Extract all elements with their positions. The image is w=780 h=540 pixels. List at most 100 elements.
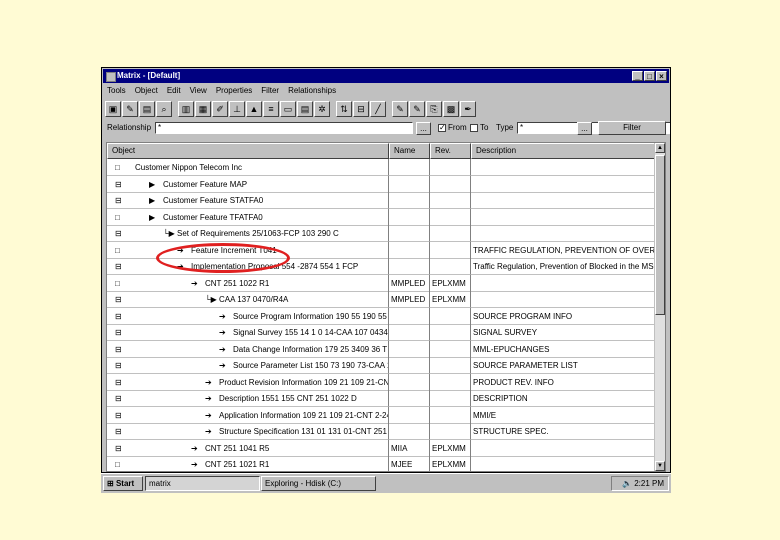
expand-toggle-icon[interactable]: □ <box>115 213 122 221</box>
relationship-input[interactable]: * <box>155 122 413 134</box>
form-icon[interactable]: ▥ <box>178 101 194 117</box>
vertical-scrollbar[interactable]: ▲ ▼ <box>654 143 665 471</box>
split-icon[interactable]: ⊟ <box>353 101 369 117</box>
speaker-icon[interactable]: 🔈 <box>622 479 632 488</box>
edit-icon[interactable]: ✐ <box>212 101 228 117</box>
table-row[interactable]: ⊟ ▶ Customer Feature MAP <box>107 175 655 193</box>
wand-icon[interactable]: ✒ <box>460 101 476 117</box>
object-cell: ⊟ ▶ Customer Feature STATFA0 <box>107 192 389 209</box>
expand-toggle-icon[interactable]: ⊟ <box>115 296 122 304</box>
expand-toggle-icon[interactable]: ⊟ <box>115 428 122 436</box>
filter-button[interactable]: Filter <box>598 121 666 135</box>
scroll-thumb[interactable] <box>655 155 665 315</box>
title-bar[interactable]: Matrix - [Default] _ □ × <box>103 69 669 83</box>
menu-relationships[interactable]: Relationships <box>288 84 336 97</box>
table-row[interactable]: ⊟ └▶ Set of Requirements 25/1063-FCP 103 2… <box>107 225 655 242</box>
report-icon[interactable]: ▤ <box>297 101 313 117</box>
table-row[interactable]: ⊟ ➔ Signal Survey 155 14 1 0 14-CAA 107 04… <box>107 324 655 341</box>
name-cell <box>389 258 430 275</box>
type-browse-button[interactable]: ... <box>577 122 592 135</box>
table-row[interactable]: ⊟ ➔ Structure Specification 131 01 131 01-… <box>107 423 655 440</box>
taskbar-item-matrix[interactable]: matrix <box>145 476 260 491</box>
table-row[interactable]: □ Customer Nippon Telecom Inc <box>107 159 655 176</box>
connector-arrow-icon: ➔ <box>205 410 212 420</box>
scroll-up-arrow[interactable]: ▲ <box>655 143 665 153</box>
expand-toggle-icon[interactable]: ⊟ <box>115 378 122 386</box>
chart-icon[interactable]: ▲ <box>246 101 262 117</box>
menu-edit[interactable]: Edit <box>167 84 181 97</box>
table-row[interactable]: ⊟ ➔ Product Revision Information 109 21 10… <box>107 373 655 391</box>
expand-toggle-icon[interactable]: □ <box>115 279 122 287</box>
relationship-label: Relationship <box>107 123 152 132</box>
table-row[interactable]: ⊟ ➔ CNT 251 1041 R5 MIIA EPLXMM <box>107 439 655 457</box>
table-row[interactable]: ⊟ ➔ Application Information 109 21 109 21-… <box>107 406 655 424</box>
expand-toggle-icon[interactable]: ⊟ <box>115 444 122 452</box>
column-header-description[interactable]: Description <box>471 143 655 159</box>
expand-toggle-icon[interactable]: ⊟ <box>115 395 122 403</box>
expand-toggle-icon[interactable]: ⊟ <box>115 329 122 337</box>
expand-toggle-icon[interactable]: ⊟ <box>115 263 122 271</box>
expand-toggle-icon[interactable]: ⊟ <box>115 180 122 188</box>
connect-icon[interactable]: ⇅ <box>336 101 352 117</box>
connector-arrow-icon: ➔ <box>219 361 226 370</box>
from-checkbox[interactable]: ✓ <box>438 124 446 132</box>
form2-icon[interactable]: ▦ <box>195 101 211 117</box>
name-cell <box>389 324 430 341</box>
connector-arrow-icon: ➔ <box>219 344 226 354</box>
expand-toggle-icon[interactable]: ⊟ <box>115 230 122 238</box>
scroll-down-arrow[interactable]: ▼ <box>655 461 665 471</box>
open-icon[interactable]: ▣ <box>105 101 121 117</box>
table-row[interactable]: ⊟ ➔ Data Change Information 179 25 3409 36… <box>107 340 655 358</box>
connector-arrow-icon: ➔ <box>205 377 212 387</box>
table-row[interactable]: □ ▶ Customer Feature TFATFA0 <box>107 208 655 226</box>
connector-arrow-icon: ▶ <box>149 179 156 189</box>
to-checkbox[interactable] <box>470 124 478 132</box>
expand-toggle-icon[interactable]: □ <box>115 461 122 469</box>
name-cell <box>389 192 430 209</box>
tree-icon[interactable]: ⊥ <box>229 101 245 117</box>
from-label: From <box>448 123 467 132</box>
table-row[interactable]: ⊟ ➔ Source Program Information 190 55 190 … <box>107 307 655 325</box>
tool-icon[interactable]: ✎ <box>409 101 425 117</box>
save-icon[interactable]: ⎘ <box>426 101 442 117</box>
network-icon[interactable]: ✲ <box>314 101 330 117</box>
minimize-button[interactable]: _ <box>632 71 643 81</box>
object-label: Customer Feature TFATFA0 <box>163 212 263 222</box>
table-row[interactable]: ⊟ ➔ Source Parameter List 150 73 190 73-CA… <box>107 357 655 374</box>
expand-toggle-icon[interactable]: □ <box>115 246 122 254</box>
list-icon[interactable]: ≡ <box>263 101 279 117</box>
menu-view[interactable]: View <box>190 84 207 97</box>
expand-toggle-icon[interactable]: ⊟ <box>115 312 122 320</box>
grid-icon[interactable]: ▤ <box>139 101 155 117</box>
menu-tools[interactable]: Tools <box>107 84 126 97</box>
expand-toggle-icon[interactable]: □ <box>115 164 122 172</box>
table-row[interactable]: ⊟ ➔ Description 1551 155 CNT 251 1022 D DES… <box>107 390 655 407</box>
column-header-name[interactable]: Name <box>389 143 430 159</box>
menu-properties[interactable]: Properties <box>216 84 252 97</box>
menu-filter[interactable]: Filter <box>261 84 279 97</box>
expand-toggle-icon[interactable]: ⊟ <box>115 197 122 205</box>
table-row[interactable]: □ ➔ CNT 251 1021 R1 MJEE EPLXMM <box>107 456 655 471</box>
table-row[interactable]: ⊟ └▶ CAA 137 0470/R4A MMPLED EPLXMM <box>107 291 655 308</box>
start-button[interactable]: ⊞ Start <box>103 476 143 491</box>
expand-toggle-icon[interactable]: ⊟ <box>115 362 122 370</box>
name-cell: MIIA <box>389 439 430 457</box>
relationship-browse-button[interactable]: ... <box>416 122 431 135</box>
close-button[interactable]: × <box>656 71 667 81</box>
expand-toggle-icon[interactable]: ⊟ <box>115 345 122 353</box>
menu-object[interactable]: Object <box>135 84 158 97</box>
pencil-icon[interactable]: ╱ <box>370 101 386 117</box>
folder-icon[interactable]: ✎ <box>122 101 138 117</box>
table-row[interactable]: □ ➔ CNT 251 1022 R1 MMPLED EPLXMM <box>107 274 655 292</box>
maximize-button[interactable]: □ <box>644 71 655 81</box>
taskbar-item-exploring[interactable]: Exploring - Hdisk (C:) <box>261 476 376 491</box>
link-icon[interactable]: ✎ <box>392 101 408 117</box>
doc-icon[interactable]: ▭ <box>280 101 296 117</box>
connector-arrow-icon: ➔ <box>191 460 198 469</box>
expand-toggle-icon[interactable]: ⊟ <box>115 411 122 419</box>
column-header-object[interactable]: Object <box>107 143 389 159</box>
find-icon[interactable]: ⌕ <box>156 101 172 117</box>
table-row[interactable]: ⊟ ▶ Customer Feature STATFA0 <box>107 192 655 209</box>
picture-icon[interactable]: ▩ <box>443 101 459 117</box>
column-header-rev[interactable]: Rev. <box>430 143 471 159</box>
